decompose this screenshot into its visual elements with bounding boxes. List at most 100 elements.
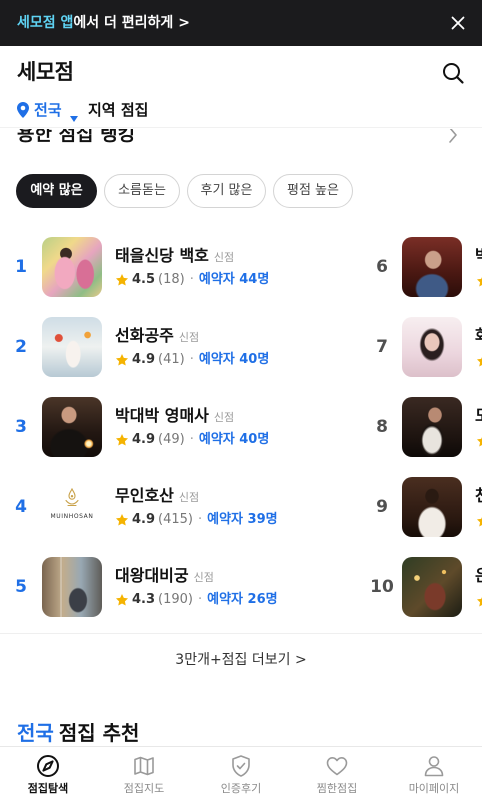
nav-mypage[interactable]: 마이페이지 [386, 747, 482, 802]
shop-thumbnail [42, 237, 102, 297]
shop-thumbnail [402, 317, 462, 377]
category-tag: 신점 [178, 491, 200, 504]
separator: · [189, 352, 194, 367]
shop-name: 도 [475, 405, 482, 427]
app-header: 세모점 전국 지역 점집 [0, 46, 482, 128]
review-count: (190) [158, 592, 193, 607]
rank-number: 3 [15, 417, 27, 437]
region-suffix: 지역 점집 [88, 101, 149, 119]
nav-label: 찜한점집 [316, 782, 358, 795]
compass-icon [36, 754, 60, 778]
ranking-list-item[interactable]: 9 천 [362, 477, 482, 537]
rank-number: 4 [15, 497, 27, 517]
shop-thumbnail [402, 557, 462, 617]
star-icon [115, 433, 129, 447]
filter-chip-most-booked[interactable]: 예약 많은 [16, 174, 97, 208]
shop-name: 대왕대비궁 [115, 566, 189, 585]
booking-count: 예약자 44명 [198, 272, 270, 287]
filter-chip-top-rated[interactable]: 평점 높은 [273, 174, 353, 208]
rank-number: 9 [376, 497, 388, 517]
heart-icon [325, 754, 349, 778]
bottom-nav: 점집탐색 점집지도 인증후기 찜한점집 마이페이지 [0, 746, 482, 802]
rating-score: 4.3 [132, 592, 156, 607]
ranking-list-item[interactable]: 7 화 [362, 317, 482, 377]
star-icon [115, 353, 129, 367]
map-icon [132, 754, 156, 778]
shop-logo-text: MUINHOSAN [50, 513, 94, 520]
filter-chip-most-reviews[interactable]: 후기 많은 [187, 174, 266, 208]
region-value[interactable]: 전국 [34, 99, 62, 121]
app-logo[interactable]: 세모점 [17, 58, 74, 86]
ranking-list-item[interactable]: 10 은 [362, 557, 482, 617]
separator: · [189, 272, 194, 287]
rank-number: 6 [376, 257, 388, 277]
shop-name: 천 [475, 485, 482, 507]
close-icon[interactable] [448, 13, 468, 33]
separator: · [198, 512, 203, 527]
banner-text: 에서 더 편리하게 > [73, 15, 190, 31]
rank-number: 7 [376, 337, 388, 357]
banner-highlight: 세모점 앱 [17, 15, 74, 31]
nav-map[interactable]: 점집지도 [96, 747, 192, 802]
review-count: (415) [158, 512, 193, 527]
nav-label: 점집탐색 [27, 782, 69, 795]
rank-number: 8 [376, 417, 388, 437]
shop-thumbnail [42, 397, 102, 457]
star-icon [115, 513, 129, 527]
person-icon [422, 754, 446, 778]
nav-reviews[interactable]: 인증후기 [193, 747, 289, 802]
rating-score: 4.5 [132, 272, 156, 287]
chevron-right-icon[interactable] [448, 129, 458, 143]
shop-name: 선화공주 [115, 326, 174, 345]
section-title: 용한 점집 랭킹 [17, 129, 136, 145]
see-more-link[interactable]: 3만개+점집 더보기 > [0, 649, 482, 671]
dropdown-triangle-icon[interactable] [70, 107, 78, 122]
ranking-list-item[interactable]: 1 태을신당 백호 신점 4.5 (18) · 예약자 44명 [0, 237, 360, 297]
ranking-list-item[interactable]: 8 도 [362, 397, 482, 457]
ranking-list-item[interactable]: 5 대왕대비궁 신점 4.3 (190) · 예약자 26명 [0, 557, 360, 617]
ranking-list-item[interactable]: 4 MUINHOSAN 무인호산 신점 4.9 (415) · 예약자 39명 [0, 477, 360, 537]
shop-thumbnail [42, 317, 102, 377]
recommend-section-title: 전국 점집 추천 [17, 720, 139, 746]
shop-name: 무인호산 [115, 486, 174, 505]
shop-thumbnail [402, 477, 462, 537]
nav-label: 점집지도 [123, 782, 165, 795]
region-selector[interactable]: 전국 지역 점집 [0, 99, 300, 122]
booking-count: 예약자 26명 [207, 592, 278, 607]
recommend-title-text: 점집 추천 [58, 721, 140, 745]
ranking-section-header[interactable]: 용한 점집 랭킹 [0, 129, 482, 149]
shop-name: 태을신당 백호 [115, 246, 209, 265]
star-icon [115, 593, 129, 607]
nav-label: 마이페이지 [408, 782, 460, 795]
review-count: (49) [158, 432, 185, 447]
star-icon [476, 513, 482, 527]
category-tag: 신점 [193, 571, 214, 584]
star-icon [476, 353, 482, 367]
review-count: (18) [158, 272, 185, 287]
shop-thumbnail [42, 557, 102, 617]
open-app-link[interactable]: 세모점 앱에서 더 편리하게 > [17, 13, 190, 33]
shop-name: 박대박 영매사 [115, 406, 209, 425]
rank-number: 1 [15, 257, 27, 277]
shop-logo-emblem-icon [64, 487, 80, 508]
ranking-list-item[interactable]: 2 선화공주 신점 4.9 (41) · 예약자 40명 [0, 317, 360, 377]
ranking-list-item[interactable]: 6 박 [362, 237, 482, 297]
rating-score: 4.9 [132, 512, 156, 527]
separator: · [198, 592, 203, 607]
separator: · [189, 432, 194, 447]
star-icon [476, 593, 482, 607]
rank-number: 2 [15, 337, 27, 357]
shop-name: 은 [475, 565, 482, 587]
ranking-list-item[interactable]: 3 박대박 영매사 신점 4.9 (49) · 예약자 40명 [0, 397, 360, 457]
nav-explore[interactable]: 점집탐색 [0, 747, 96, 802]
search-icon[interactable] [441, 61, 465, 85]
filter-chip-chilling[interactable]: 소름돋는 [104, 174, 180, 208]
shop-thumbnail [402, 397, 462, 457]
nav-favorites[interactable]: 찜한점집 [289, 747, 385, 802]
divider [0, 633, 482, 634]
rank-number: 10 [370, 577, 394, 597]
nav-label: 인증후기 [220, 782, 262, 795]
category-tag: 신점 [178, 331, 200, 344]
shop-thumbnail [402, 237, 462, 297]
rating-score: 4.9 [132, 432, 156, 447]
